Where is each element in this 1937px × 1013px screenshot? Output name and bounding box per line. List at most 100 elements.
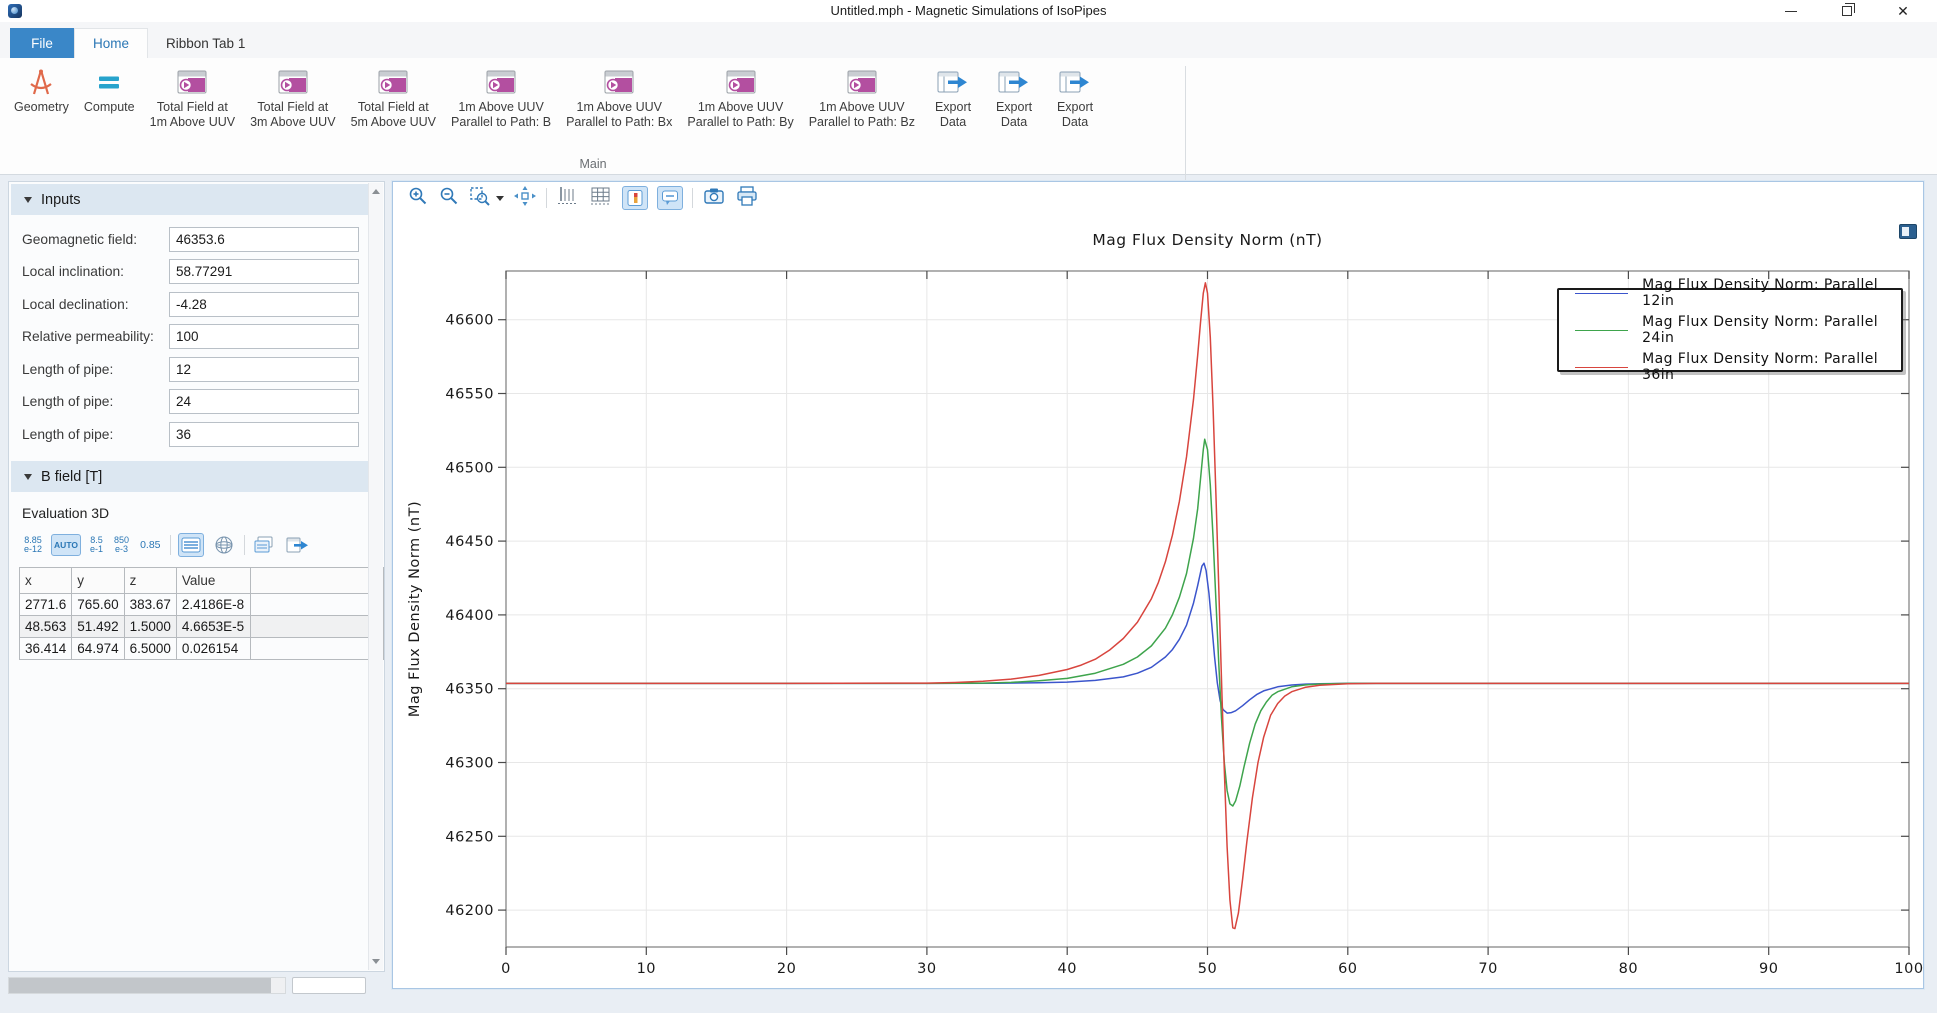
graphics-window: 0102030405060708090100462004625046300463… bbox=[392, 181, 1924, 989]
titlebar: Untitled.mph - Magnetic Simulations of I… bbox=[0, 0, 1937, 22]
total-field-5m-button[interactable]: Total Field at5m Above UUV bbox=[347, 64, 440, 131]
new-table-window-button[interactable] bbox=[252, 533, 278, 557]
automatic-notation-button[interactable]: AUTO bbox=[51, 534, 81, 556]
zoom-box-caret-icon[interactable] bbox=[496, 196, 504, 201]
parallel-path-b-button[interactable]: 1m Above UUVParallel to Path: B bbox=[447, 64, 555, 131]
panel-resize-handle[interactable] bbox=[292, 977, 366, 994]
local-declination-input[interactable] bbox=[169, 292, 359, 317]
table-row[interactable]: 48.563 51.492 1.5000 4.6653E-5 bbox=[20, 616, 384, 638]
export-data-button-1[interactable]: ExportData bbox=[926, 64, 980, 131]
toolbar-separator bbox=[692, 188, 693, 208]
svg-text:100: 100 bbox=[1894, 961, 1923, 977]
pipe-length-36-input[interactable] bbox=[169, 422, 359, 447]
close-button[interactable]: ✕ bbox=[1875, 0, 1931, 22]
table-display-button[interactable] bbox=[178, 533, 204, 557]
export-data-button-2[interactable]: ExportData bbox=[987, 64, 1041, 131]
tab-file[interactable]: File bbox=[10, 28, 74, 58]
svg-text:46450: 46450 bbox=[445, 534, 494, 550]
total-field-1m-button[interactable]: Total Field at1m Above UUV bbox=[146, 64, 239, 131]
pipe-length-12-input[interactable] bbox=[169, 357, 359, 382]
scroll-up-icon[interactable] bbox=[372, 189, 380, 194]
evaluation-window-icon bbox=[376, 65, 410, 99]
evaluation-window-icon bbox=[724, 65, 758, 99]
collapse-caret-icon bbox=[24, 197, 32, 203]
parallel-path-bz-button[interactable]: 1m Above UUVParallel to Path: Bz bbox=[805, 64, 919, 131]
tab-home[interactable]: Home bbox=[74, 28, 148, 58]
table-row[interactable]: 2771.6 765.60 383.67 2.4186E-8 bbox=[20, 594, 384, 616]
scroll-down-icon[interactable] bbox=[372, 959, 380, 964]
decimal-notation-button[interactable]: 0.85 bbox=[138, 540, 162, 551]
zoom-out-button[interactable] bbox=[438, 185, 460, 212]
tooltip-toggle-button[interactable] bbox=[657, 186, 683, 210]
full-precision-button[interactable]: 8.85 e-12 bbox=[22, 535, 44, 555]
zoom-in-button[interactable] bbox=[407, 185, 429, 212]
show-grid-icon bbox=[589, 185, 613, 207]
graphics-toolbar bbox=[393, 182, 1923, 214]
table-row[interactable]: 36.414 64.974 6.5000 0.026154 bbox=[20, 638, 384, 660]
evaluation-window-icon bbox=[276, 65, 310, 99]
color-legend-icon bbox=[626, 189, 644, 207]
minimize-button[interactable] bbox=[1763, 0, 1819, 22]
scrollbar-thumb[interactable] bbox=[9, 978, 271, 993]
parallel-path-bx-button[interactable]: 1m Above UUVParallel to Path: Bx bbox=[562, 64, 676, 131]
zoom-extents-button[interactable] bbox=[513, 185, 537, 212]
toolbar-separator bbox=[244, 535, 245, 555]
local-inclination-input[interactable] bbox=[169, 259, 359, 284]
total-field-3m-button[interactable]: Total Field at3m Above UUV bbox=[246, 64, 339, 131]
relative-permeability-input[interactable] bbox=[169, 324, 359, 349]
svg-text:10: 10 bbox=[637, 961, 656, 977]
export-table-button[interactable] bbox=[285, 533, 311, 557]
bfield-section-header[interactable]: B field [T] bbox=[11, 461, 382, 492]
evaluation-window-icon bbox=[484, 65, 518, 99]
tab-ribbon-tab-1[interactable]: Ribbon Tab 1 bbox=[148, 28, 263, 58]
svg-text:20: 20 bbox=[777, 961, 796, 977]
geometry-button[interactable]: Geometry bbox=[10, 64, 73, 116]
export-table-icon bbox=[286, 536, 310, 554]
pipe-length-24-input[interactable] bbox=[169, 389, 359, 414]
svg-text:46350: 46350 bbox=[445, 682, 494, 698]
restore-button[interactable] bbox=[1819, 0, 1875, 22]
print-icon bbox=[735, 185, 759, 207]
svg-text:80: 80 bbox=[1619, 961, 1638, 977]
ribbon-group-label: Main bbox=[8, 157, 1178, 171]
sphere-view-button[interactable] bbox=[211, 533, 237, 557]
print-button[interactable] bbox=[735, 185, 759, 212]
show-axes-button[interactable] bbox=[556, 185, 580, 212]
evaluation-table: x y z Value 2771.6 765.60 383.67 2.4186E… bbox=[19, 567, 384, 660]
toolbar-separator bbox=[170, 535, 171, 555]
ribbon-tab-bar: File Home Ribbon Tab 1 bbox=[0, 22, 1937, 58]
color-legend-toggle-button[interactable] bbox=[622, 186, 648, 210]
compute-button[interactable]: Compute bbox=[80, 64, 139, 116]
geomagnetic-field-input[interactable] bbox=[169, 227, 359, 252]
minimize-icon bbox=[1785, 11, 1797, 12]
camera-icon bbox=[702, 185, 726, 207]
table-header-row: x y z Value bbox=[20, 568, 384, 594]
evaluation-window-icon bbox=[602, 65, 636, 99]
new-table-window-icon bbox=[254, 536, 276, 554]
zoom-box-button[interactable] bbox=[469, 185, 491, 212]
svg-text:46250: 46250 bbox=[445, 829, 494, 845]
svg-text:46550: 46550 bbox=[445, 387, 494, 403]
evaluation-window-icon bbox=[845, 65, 879, 99]
svg-text:46300: 46300 bbox=[445, 756, 494, 772]
svg-text:60: 60 bbox=[1338, 961, 1357, 977]
horizontal-scrollbar[interactable] bbox=[8, 977, 286, 994]
parallel-path-by-button[interactable]: 1m Above UUVParallel to Path: By bbox=[683, 64, 797, 131]
zoom-box-icon bbox=[469, 185, 491, 207]
show-grid-button[interactable] bbox=[589, 185, 613, 212]
legend-entry: Mag Flux Density Norm: Parallel 12in bbox=[1575, 277, 1901, 309]
geometry-compass-icon bbox=[24, 65, 58, 99]
snapshot-camera-button[interactable] bbox=[702, 185, 726, 212]
plot-window-icon[interactable] bbox=[1899, 224, 1917, 239]
scientific-notation-button[interactable]: 8.5 e-1 bbox=[88, 535, 105, 555]
export-data-button-3[interactable]: ExportData bbox=[1048, 64, 1102, 131]
engineering-notation-button[interactable]: 850 e-3 bbox=[112, 535, 131, 555]
zoom-out-icon bbox=[438, 185, 460, 207]
export-data-icon bbox=[1058, 65, 1092, 99]
field-inclination: Local inclination: bbox=[9, 259, 384, 285]
settings-panel: Inputs Geomagnetic field: Local inclinat… bbox=[8, 181, 385, 972]
legend-line-sample bbox=[1575, 367, 1628, 368]
vertical-scrollbar[interactable] bbox=[368, 183, 383, 970]
legend-entry: Mag Flux Density Norm: Parallel 36in bbox=[1575, 351, 1901, 383]
inputs-section-header[interactable]: Inputs bbox=[11, 184, 382, 215]
